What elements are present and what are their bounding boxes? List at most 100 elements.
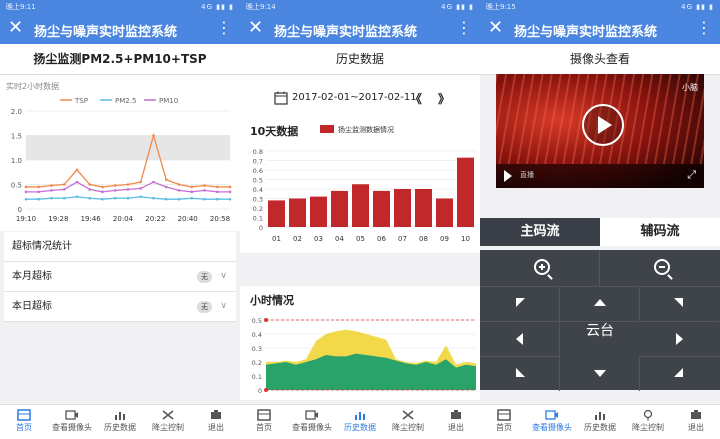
chevron-down-icon: ∨ <box>220 301 227 311</box>
tab-camera[interactable]: 查看摄像头 <box>48 405 96 439</box>
data-point <box>152 180 155 184</box>
data-point <box>37 190 41 194</box>
data-point <box>75 180 79 184</box>
x-tick-label: 19:46 <box>81 215 102 223</box>
x-tick-label: 20:22 <box>145 215 165 223</box>
screen-home: 晚上9:11 4G ▮▮ ▮ ✕ 扬尘与噪声实时监控系统 ⋮ 扬尘监测PM2.5… <box>0 0 240 439</box>
main-stream-button[interactable]: 主码流 <box>480 218 600 246</box>
tab-history[interactable]: 历史数据 <box>336 405 384 439</box>
data-point <box>37 185 41 189</box>
tools-icon <box>162 410 174 420</box>
date-range-bar: 2017-02-01~2017-02-11 《 》 <box>240 75 480 121</box>
zoom-out-button[interactable] <box>600 250 719 286</box>
y-tick-label: 2.0 <box>11 108 22 116</box>
calendar-icon[interactable] <box>274 91 288 105</box>
data-point <box>215 197 219 201</box>
y-tick-label: 0.4 <box>252 331 262 339</box>
data-point <box>113 184 117 187</box>
tab-exit[interactable]: 退出 <box>192 405 240 439</box>
chart-label: 实时2小时数据 <box>6 81 59 91</box>
video-logo: 小脑 <box>682 83 698 92</box>
data-point <box>215 185 219 189</box>
tab-exit[interactable]: 退出 <box>432 405 480 439</box>
stat-row-day[interactable]: 本日超标 无 ∨ <box>4 292 236 322</box>
data-point <box>177 183 181 186</box>
video-player[interactable]: 小脑 直播 ⤢ <box>496 74 704 188</box>
play-icon[interactable] <box>582 104 624 146</box>
tab-camera[interactable]: 查看摄像头 <box>528 405 576 439</box>
ptz-down-right[interactable] <box>640 357 719 391</box>
tab-camera[interactable]: 查看摄像头 <box>288 405 336 439</box>
close-icon[interactable]: ✕ <box>8 18 23 38</box>
y-tick-label: 0.8 <box>253 148 263 156</box>
date-nav-arrows[interactable]: 《 》 <box>410 90 456 107</box>
data-point <box>228 185 232 189</box>
chevron-down-icon: ∨ <box>220 271 227 281</box>
section-title: 10天数据 <box>250 124 298 138</box>
ptz-down[interactable] <box>560 357 640 391</box>
camera-icon <box>65 410 78 420</box>
ptz-up-right[interactable] <box>640 287 719 322</box>
tab-dust-control[interactable]: 降尘控制 <box>384 405 432 439</box>
y-tick-label: 0.1 <box>253 215 263 223</box>
stat-row-month[interactable]: 本月超标 无 ∨ <box>4 262 236 292</box>
data-point <box>113 189 117 192</box>
zoom-in-icon <box>534 259 550 275</box>
play-small-icon[interactable] <box>504 170 512 182</box>
close-icon[interactable]: ✕ <box>488 18 503 38</box>
fullscreen-icon[interactable]: ⤢ <box>687 168 696 182</box>
stats-title: 超标情况统计 <box>4 232 236 262</box>
more-icon[interactable]: ⋮ <box>216 18 232 38</box>
tab-dust-control[interactable]: 降尘控制 <box>144 405 192 439</box>
home-icon <box>257 409 271 421</box>
ptz-right[interactable] <box>640 322 719 357</box>
chart-icon <box>595 412 605 420</box>
realtime-line-chart: 实时2小时数据 TSP PM2.5 PM10 0 0.5 1.0 1.5 2.0 19:10 19:… <box>6 81 232 223</box>
daily-bar-chart: 10天数据 扬尘监测数据情况 00.1 0.20.3 0.40.5 0.60.7 0.8 01… <box>250 124 476 243</box>
app-title: 扬尘与噪声实时监控系统 <box>34 25 178 40</box>
ptz-up-left[interactable] <box>480 287 560 322</box>
tab-history[interactable]: 历史数据 <box>96 405 144 439</box>
more-icon[interactable]: ⋮ <box>456 18 472 38</box>
data-point <box>190 190 194 194</box>
y-tick-label: 0 <box>258 387 262 395</box>
tab-dust-control[interactable]: 降尘控制 <box>624 405 672 439</box>
exit-icon <box>691 410 701 419</box>
tab-home[interactable]: 首页 <box>480 405 528 439</box>
camera-icon <box>305 410 318 420</box>
sub-stream-button[interactable]: 辅码流 <box>600 218 720 246</box>
more-icon[interactable]: ⋮ <box>696 18 712 38</box>
date-range-text[interactable]: 2017-02-01~2017-02-11 <box>292 92 417 103</box>
data-point <box>101 190 104 194</box>
close-icon[interactable]: ✕ <box>248 18 263 38</box>
ptz-up[interactable] <box>560 287 640 322</box>
x-tick-label: 20:58 <box>210 215 230 223</box>
status-time: 晚上9:15 <box>486 3 516 11</box>
data-point <box>101 185 104 189</box>
bar <box>352 184 369 227</box>
x-tick-label: 05 <box>356 235 365 243</box>
data-point <box>164 185 168 189</box>
tab-history[interactable]: 历史数据 <box>576 405 624 439</box>
y-tick-label: 0.5 <box>252 317 262 325</box>
ptz-down-left[interactable] <box>480 357 560 391</box>
tab-exit[interactable]: 退出 <box>672 405 720 439</box>
app-title: 扬尘与噪声实时监控系统 <box>274 25 418 40</box>
y-tick-label: 0.3 <box>253 196 263 204</box>
data-point <box>190 196 194 200</box>
data-point <box>177 197 181 201</box>
legend-swatch <box>320 125 334 133</box>
y-tick-label: 0.7 <box>253 158 263 166</box>
data-point <box>164 197 168 201</box>
tab-label: 首页 <box>496 423 512 432</box>
zoom-in-button[interactable] <box>480 250 600 286</box>
tab-home[interactable]: 首页 <box>0 405 48 439</box>
ptz-left[interactable] <box>480 322 560 357</box>
status-bar: 晚上9:11 4G ▮▮ ▮ <box>0 0 240 14</box>
tab-home[interactable]: 首页 <box>240 405 288 439</box>
realtime-chart-card: 实时2小时数据 TSP PM2.5 PM10 0 0.5 1.0 1.5 2.0 19:10 19:… <box>0 75 240 231</box>
y-tick-label: 0.1 <box>252 373 262 381</box>
status-indicators: 4G ▮▮ ▮ <box>441 3 474 11</box>
stat-label: 本月超标 <box>12 271 52 282</box>
data-point <box>177 189 181 192</box>
